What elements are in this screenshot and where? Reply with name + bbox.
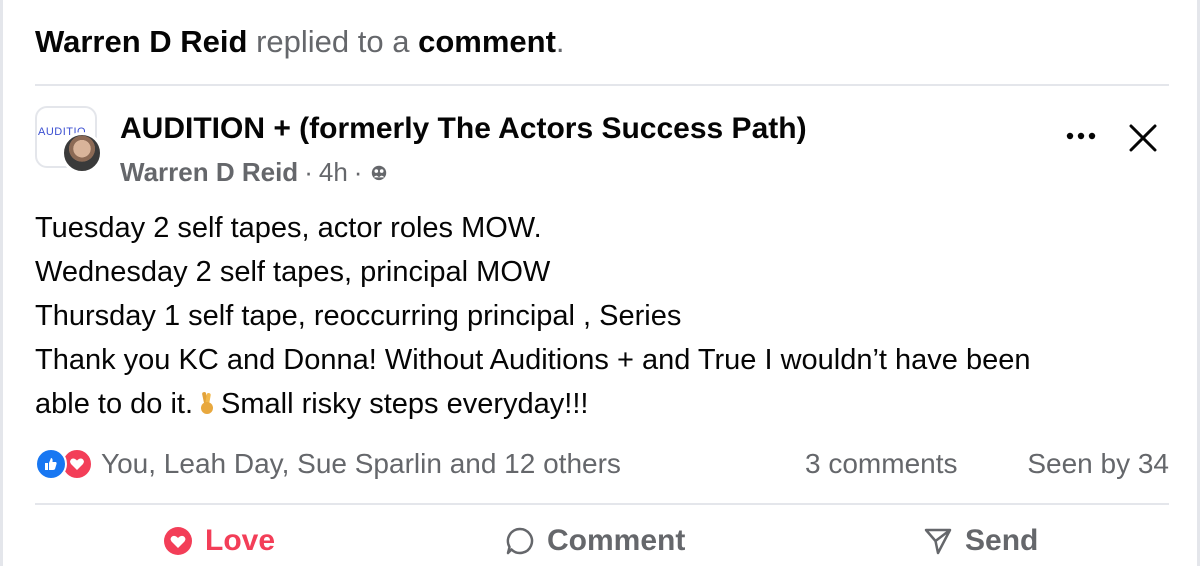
send-button[interactable]: Send [923,516,1038,566]
send-label: Send [965,524,1039,557]
seen-count[interactable]: Seen by 34 [1027,448,1169,480]
more-options-button[interactable] [1061,118,1101,154]
post-time[interactable]: 4h [319,155,348,189]
post-line: Tuesday 2 self tapes, actor roles MOW. [35,212,542,244]
meta-separator: · [304,157,313,187]
activity-header: Warren D Reid replied to a comment. [35,22,565,62]
actions-divider [35,503,1169,505]
close-icon [1129,124,1157,152]
post-line: Thursday 1 self tape, reoccurring princi… [35,300,682,332]
group-name[interactable]: AUDITION + (formerly The Actors Success … [120,110,807,148]
reactors-text[interactable]: You, Leah Day, Sue Sparlin and 12 others [101,448,621,480]
post-stats: You, Leah Day, Sue Sparlin and 12 others… [35,444,1169,488]
action-bar: Love Comment Send [35,516,1169,566]
comments-count[interactable]: 3 comments [805,448,958,480]
like-reaction-icon [35,448,67,480]
post-line-part: able to do it. [35,388,193,420]
post-line-part: Small risky steps everyday!!! [221,388,589,420]
meta-separator-2: · [353,157,363,187]
group-privacy-icon[interactable] [370,163,388,181]
header-divider [35,84,1169,86]
comment-label: Comment [547,524,686,557]
post-line: Wednesday 2 self tapes, principal MOW [35,256,551,288]
post-line-last: able to do it. Small risky steps everyda… [35,382,1175,426]
send-icon [924,528,952,555]
crossed-fingers-emoji [201,392,213,414]
post-line: Thank you KC and Donna! Without Audition… [35,344,1031,376]
actor-name[interactable]: Warren D Reid [35,24,247,59]
comment-link[interactable]: comment [418,24,556,59]
post-body: Tuesday 2 self tapes, actor roles MOW. W… [35,206,1175,426]
more-options-icon [1066,132,1096,140]
love-button[interactable]: Love [163,516,275,566]
love-icon [164,527,192,555]
post-author[interactable]: Warren D Reid [120,155,298,189]
love-label: Love [205,524,276,557]
activity-period: . [555,24,565,59]
post-meta: Warren D Reid · 4h · [120,155,388,189]
comment-button[interactable]: Comment [505,516,685,566]
activity-verb: replied to a [256,24,410,59]
reactions-summary[interactable]: You, Leah Day, Sue Sparlin and 12 others [35,448,621,480]
author-avatar[interactable] [61,132,103,174]
close-button[interactable] [1123,118,1163,158]
notification-post-card: Warren D Reid replied to a comment. AUDI… [0,0,1200,566]
comment-icon [506,527,534,555]
